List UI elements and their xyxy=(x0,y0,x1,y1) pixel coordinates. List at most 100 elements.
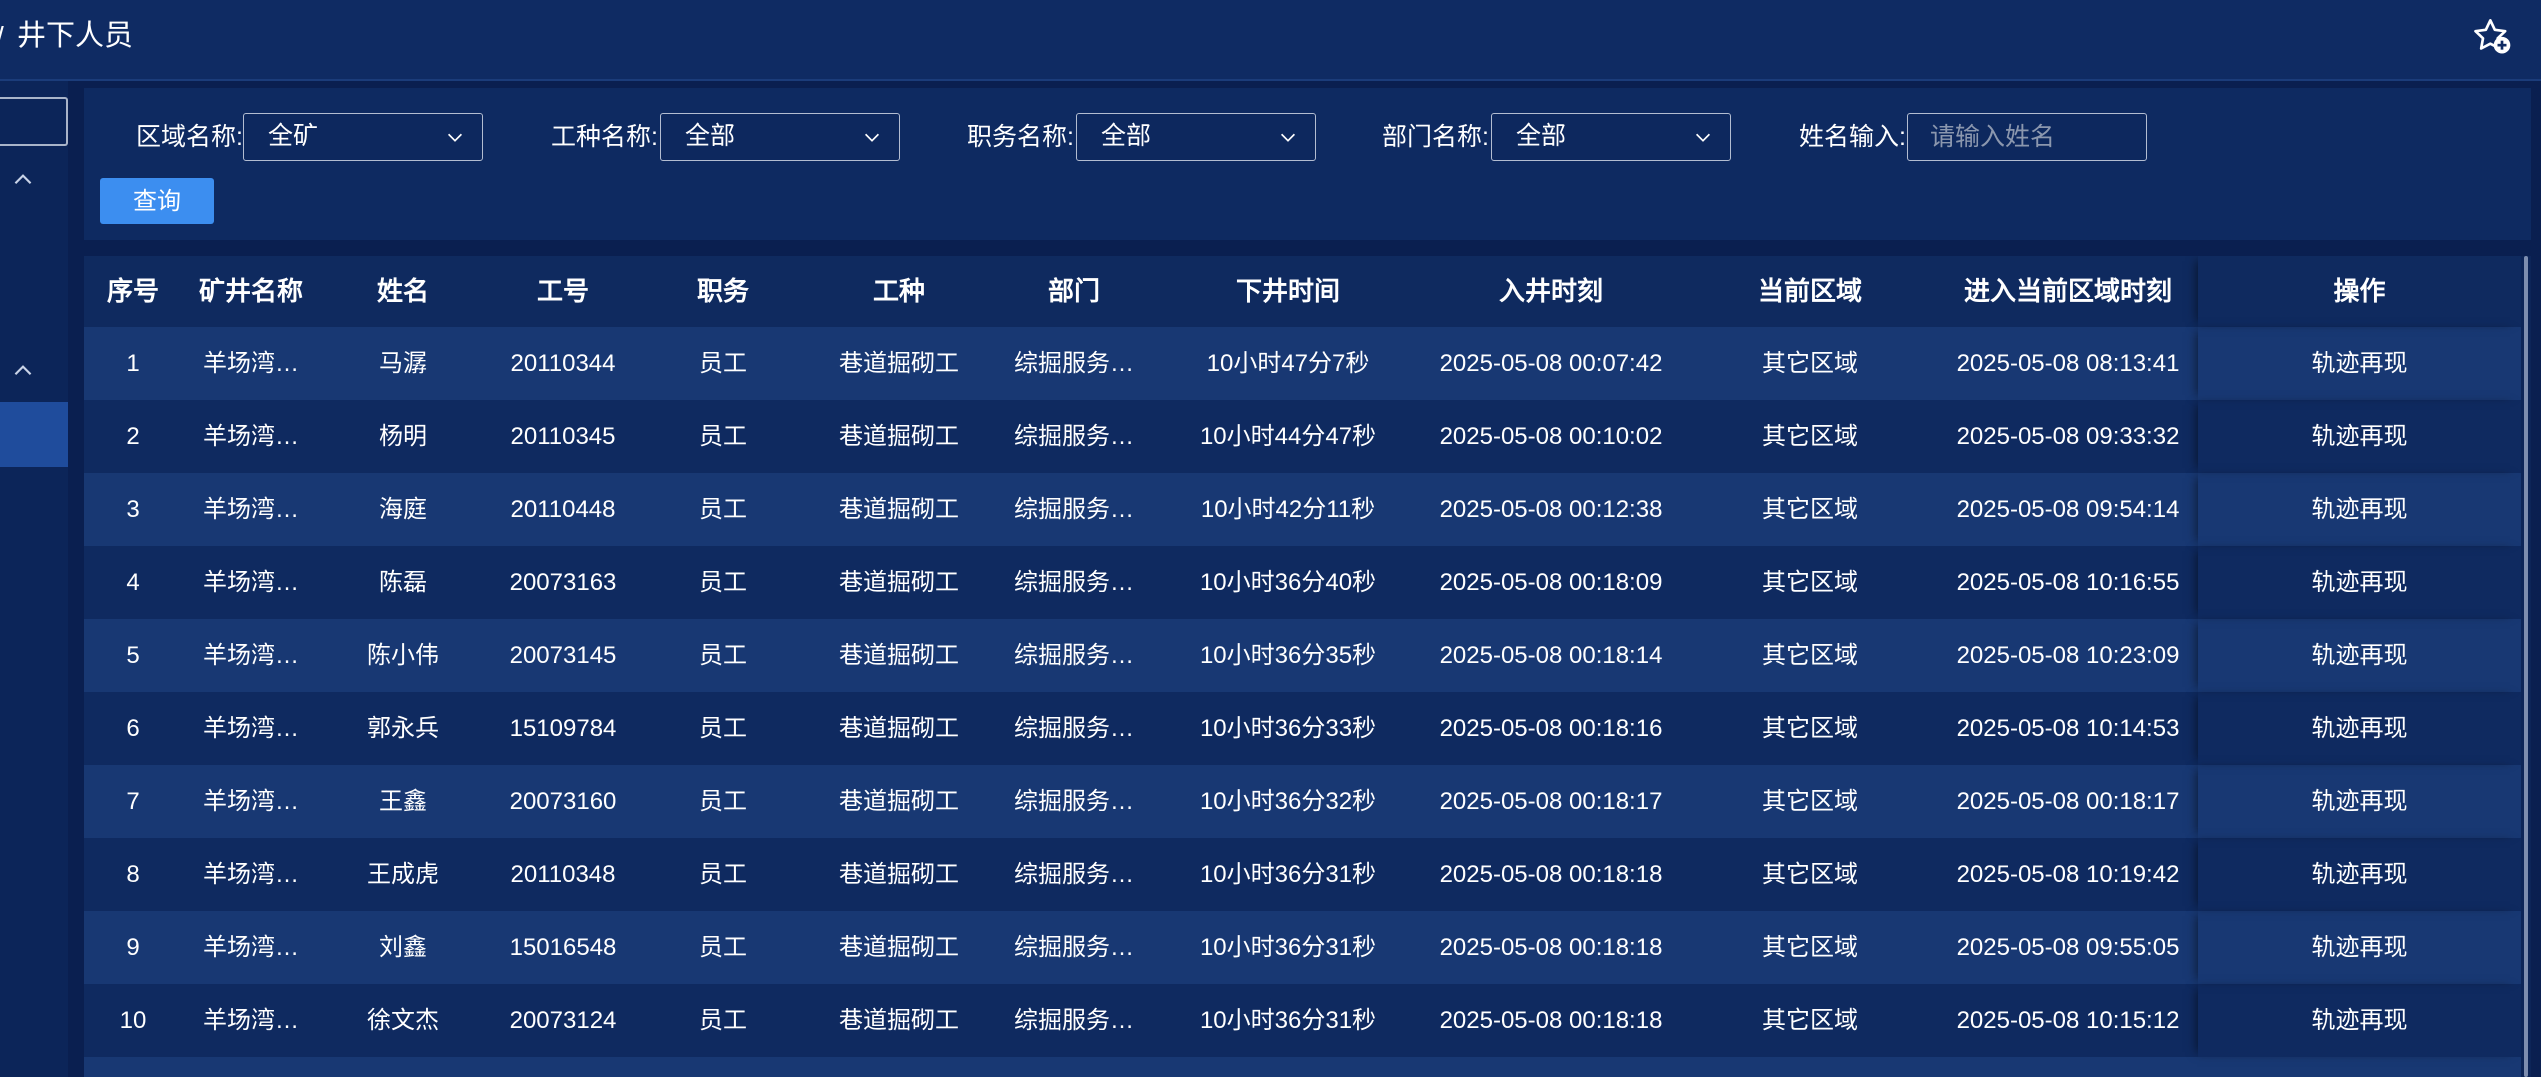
chevron-down-icon xyxy=(1692,126,1714,148)
area-select[interactable]: 全矿 xyxy=(243,113,483,161)
cell-index: 1 xyxy=(126,350,140,377)
cell-underground-duration: 10小时47分7秒 xyxy=(1206,350,1370,377)
cell-action: 轨迹再现 xyxy=(2198,765,2521,838)
sidebar-search-input[interactable] xyxy=(0,97,68,146)
cell-position: 员工 xyxy=(699,861,747,888)
cell-area-entry-time: 2025-05-08 09:33:32 xyxy=(1956,423,2180,450)
cell-mine-name: 羊场湾… xyxy=(203,1007,299,1034)
table-scrollbar-thumb[interactable] xyxy=(2524,256,2528,1077)
trajectory-replay-link[interactable]: 轨迹再现 xyxy=(2312,934,2408,961)
cell-entry-time: 2025-05-08 00:18:18 xyxy=(1439,934,1663,961)
cell-name: 刘鑫 xyxy=(379,934,427,961)
cell-job-type: 巷道掘砌工 xyxy=(839,569,959,596)
cell-entry-time: 2025-05-08 00:07:42 xyxy=(1439,350,1663,377)
cell-current-area: 其它区域 xyxy=(1762,1007,1858,1034)
cell-name: 杨明 xyxy=(379,423,427,450)
cell-department: 综掘服务… xyxy=(1014,861,1134,888)
column-header-area-entry-time: 进入当前区域时刻 xyxy=(1963,276,2172,306)
department-select-value: 全部 xyxy=(1516,122,1567,150)
column-header-mine-name: 矿井名称 xyxy=(198,276,303,306)
trajectory-replay-link[interactable]: 轨迹再现 xyxy=(2312,496,2408,523)
cell-action: 轨迹再现 xyxy=(2198,546,2521,619)
query-button[interactable]: 查询 xyxy=(100,178,214,224)
cell-department: 综掘服务… xyxy=(1014,934,1134,961)
cell-area-entry-time: 2025-05-08 08:13:41 xyxy=(1956,350,2180,377)
trajectory-replay-link[interactable]: 轨迹再现 xyxy=(2312,788,2408,815)
cell-employee-id: 20110448 xyxy=(510,496,616,523)
table-row-partial xyxy=(84,1057,2521,1077)
chevron-down-icon xyxy=(861,126,883,148)
cell-employee-id: 20073160 xyxy=(509,788,617,815)
cell-mine-name: 羊场湾… xyxy=(203,934,299,961)
cell-job-type: 巷道掘砌工 xyxy=(839,642,959,669)
cell-position: 员工 xyxy=(699,1007,747,1034)
trajectory-replay-link[interactable]: 轨迹再现 xyxy=(2312,423,2408,450)
sidebar xyxy=(0,81,68,1077)
chevron-up-icon[interactable] xyxy=(10,167,36,193)
cell-action: 轨迹再现 xyxy=(2198,692,2521,765)
sidebar-item-active[interactable] xyxy=(0,402,68,467)
position-select-value: 全部 xyxy=(1101,122,1152,150)
cell-name: 郭永兵 xyxy=(367,715,439,742)
cell-entry-time: 2025-05-08 00:18:18 xyxy=(1439,861,1663,888)
cell-current-area: 其它区域 xyxy=(1762,569,1858,596)
cell-department: 综掘服务… xyxy=(1014,569,1134,596)
cell-position: 员工 xyxy=(699,934,747,961)
cell-mine-name: 羊场湾… xyxy=(203,423,299,450)
cell-name: 王成虎 xyxy=(367,861,439,888)
chevron-up-icon[interactable] xyxy=(10,358,36,384)
cell-name: 徐文杰 xyxy=(367,1007,439,1034)
trajectory-replay-link[interactable]: 轨迹再现 xyxy=(2312,642,2408,669)
column-header-department: 部门 xyxy=(1047,276,1100,306)
trajectory-replay-link[interactable]: 轨迹再现 xyxy=(2312,350,2408,377)
cell-name: 王鑫 xyxy=(379,788,427,815)
cell-employee-id: 20110345 xyxy=(510,423,616,450)
cell-underground-duration: 10小时36分33秒 xyxy=(1199,715,1377,742)
table-row: 9 羊场湾… 刘鑫 15016548 员工 巷道掘砌工 综掘服务… 10小时36分31秒 202… xyxy=(84,911,2521,984)
department-select[interactable]: 全部 xyxy=(1491,113,1731,161)
cell-underground-duration: 10小时36分32秒 xyxy=(1199,788,1377,815)
cell-name: 陈小伟 xyxy=(367,642,439,669)
chevron-down-icon xyxy=(1277,126,1299,148)
cell-area-entry-time: 2025-05-08 00:18:17 xyxy=(1956,788,2180,815)
cell-name: 海庭 xyxy=(379,496,427,523)
table-scrollbar[interactable] xyxy=(2521,256,2531,1077)
job-type-select[interactable]: 全部 xyxy=(660,113,900,161)
breadcrumb-separator: / xyxy=(0,18,4,56)
cell-action: 轨迹再现 xyxy=(2198,619,2521,692)
cell-mine-name: 羊场湾… xyxy=(203,496,299,523)
job-type-filter-label: 工种名称: xyxy=(551,123,658,151)
cell-action: 轨迹再现 xyxy=(2198,327,2521,400)
cell-area-entry-time: 2025-05-08 09:54:14 xyxy=(1956,496,2180,523)
trajectory-replay-link[interactable]: 轨迹再现 xyxy=(2312,715,2408,742)
cell-current-area: 其它区域 xyxy=(1762,934,1858,961)
cell-department: 综掘服务… xyxy=(1014,1007,1134,1034)
trajectory-replay-link[interactable]: 轨迹再现 xyxy=(2312,569,2408,596)
cell-mine-name: 羊场湾… xyxy=(203,715,299,742)
position-select[interactable]: 全部 xyxy=(1076,113,1316,161)
trajectory-replay-link[interactable]: 轨迹再现 xyxy=(2312,861,2408,888)
name-search-input[interactable] xyxy=(1907,113,2147,161)
trajectory-replay-link[interactable]: 轨迹再现 xyxy=(2312,1007,2408,1034)
cell-name: 陈磊 xyxy=(379,569,427,596)
star-plus-icon[interactable] xyxy=(2472,16,2512,56)
cell-department: 综掘服务… xyxy=(1014,350,1134,377)
cell-underground-duration: 10小时36分40秒 xyxy=(1199,569,1377,596)
table-row: 1 羊场湾… 马潺 20110344 员工 巷道掘砌工 综掘服务… 10小时47分7秒 2025… xyxy=(84,327,2521,400)
cell-area-entry-time: 2025-05-08 10:15:12 xyxy=(1956,1007,2180,1034)
department-filter-label: 部门名称: xyxy=(1382,123,1489,151)
cell-index: 4 xyxy=(126,569,140,596)
cell-index: 10 xyxy=(119,1007,147,1034)
filter-panel: 区域名称: 全矿 工种名称: 全部 职务名称: 全部 部门名称: 全部 姓名输入… xyxy=(84,88,2531,240)
area-select-value: 全矿 xyxy=(268,122,319,150)
cell-index: 7 xyxy=(126,788,140,815)
cell-job-type: 巷道掘砌工 xyxy=(839,715,959,742)
cell-job-type: 巷道掘砌工 xyxy=(839,861,959,888)
cell-area-entry-time: 2025-05-08 10:14:53 xyxy=(1956,715,2180,742)
cell-position: 员工 xyxy=(699,715,747,742)
position-filter-label: 职务名称: xyxy=(967,123,1074,151)
cell-entry-time: 2025-05-08 00:12:38 xyxy=(1439,496,1663,523)
cell-position: 员工 xyxy=(699,350,747,377)
column-header-employee-id: 工号 xyxy=(536,276,589,306)
cell-area-entry-time: 2025-05-08 10:23:09 xyxy=(1956,642,2180,669)
